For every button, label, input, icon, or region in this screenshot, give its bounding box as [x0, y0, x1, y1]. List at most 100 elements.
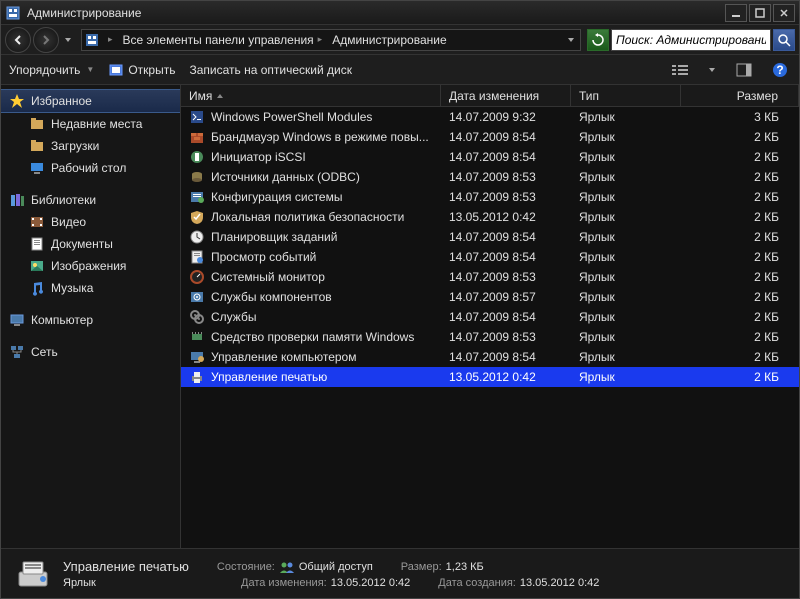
- file-icon: [189, 149, 205, 165]
- status-modified-value: 13.05.2012 0:42: [331, 577, 411, 589]
- file-name: Windows PowerShell Modules: [211, 110, 372, 124]
- file-size: 2 КБ: [681, 330, 799, 344]
- file-row[interactable]: Управление печатью13.05.2012 0:42Ярлык2 …: [181, 367, 799, 387]
- file-list: Имя Дата изменения Тип Размер Windows Po…: [181, 85, 799, 548]
- file-row[interactable]: Windows PowerShell Modules14.07.2009 9:3…: [181, 107, 799, 127]
- file-size: 2 КБ: [681, 370, 799, 384]
- open-button[interactable]: Открыть: [108, 62, 175, 78]
- file-name: Системный монитор: [211, 270, 325, 284]
- network-label: Сеть: [31, 345, 58, 359]
- forward-button[interactable]: [33, 27, 59, 53]
- svg-text:?: ?: [776, 63, 783, 77]
- favorites-header[interactable]: Избранное: [1, 89, 180, 113]
- help-button[interactable]: ?: [769, 59, 791, 81]
- file-type: Ярлык: [571, 290, 681, 304]
- search-input[interactable]: [611, 29, 771, 51]
- file-size: 2 КБ: [681, 150, 799, 164]
- computer-label: Компьютер: [31, 313, 93, 327]
- file-list-body[interactable]: Windows PowerShell Modules14.07.2009 9:3…: [181, 107, 799, 548]
- sidebar-item-documents[interactable]: Документы: [1, 233, 180, 255]
- sidebar-item-pictures[interactable]: Изображения: [1, 255, 180, 277]
- app-icon: [5, 5, 21, 21]
- details-pane: Управление печатью Состояние:Общий досту…: [1, 548, 799, 598]
- breadcrumb-admin-tools[interactable]: Администрирование: [328, 31, 450, 49]
- sidebar-item-downloads[interactable]: Загрузки: [1, 135, 180, 157]
- address-bar[interactable]: ▸ Все элементы панели управления▸ Админи…: [81, 29, 581, 51]
- network-header[interactable]: Сеть: [1, 341, 180, 363]
- file-size: 2 КБ: [681, 270, 799, 284]
- file-row[interactable]: Конфигурация системы14.07.2009 8:53Ярлык…: [181, 187, 799, 207]
- view-mode-button[interactable]: [669, 59, 691, 81]
- file-size: 2 КБ: [681, 130, 799, 144]
- file-row[interactable]: Просмотр событий14.07.2009 8:54Ярлык2 КБ: [181, 247, 799, 267]
- address-dropdown[interactable]: [564, 27, 578, 53]
- column-date[interactable]: Дата изменения: [441, 85, 571, 106]
- view-mode-dropdown[interactable]: [705, 57, 719, 83]
- file-icon: [189, 109, 205, 125]
- minimize-button[interactable]: [725, 4, 747, 22]
- status-state-value: Общий доступ: [299, 561, 373, 573]
- file-name: Службы компонентов: [211, 290, 332, 304]
- file-size: 2 КБ: [681, 230, 799, 244]
- file-row[interactable]: Управление компьютером14.07.2009 8:54Ярл…: [181, 347, 799, 367]
- file-type: Ярлык: [571, 170, 681, 184]
- file-icon: [189, 369, 205, 385]
- breadcrumb-root-dropdown[interactable]: ▸: [102, 32, 117, 47]
- preview-pane-button[interactable]: [733, 59, 755, 81]
- close-button[interactable]: [773, 4, 795, 22]
- back-button[interactable]: [5, 27, 31, 53]
- file-icon: [189, 349, 205, 365]
- status-size-label: Размер:: [401, 561, 442, 573]
- recent-icon: [29, 116, 45, 132]
- file-type: Ярлык: [571, 350, 681, 364]
- file-name: Брандмауэр Windows в режиме повы...: [211, 130, 429, 144]
- refresh-button[interactable]: [587, 29, 609, 51]
- libraries-header[interactable]: Библиотеки: [1, 189, 180, 211]
- file-row[interactable]: Планировщик заданий14.07.2009 8:54Ярлык2…: [181, 227, 799, 247]
- status-file-type: Ярлык: [63, 577, 213, 589]
- navigation-bar: ▸ Все элементы панели управления▸ Админи…: [1, 25, 799, 55]
- file-type: Ярлык: [571, 230, 681, 244]
- column-name[interactable]: Имя: [181, 85, 441, 106]
- file-row[interactable]: Брандмауэр Windows в режиме повы...14.07…: [181, 127, 799, 147]
- organize-menu[interactable]: Упорядочить▼: [9, 63, 94, 77]
- file-name: Планировщик заданий: [211, 230, 337, 244]
- file-type: Ярлык: [571, 210, 681, 224]
- file-date: 14.07.2009 8:54: [441, 350, 571, 364]
- file-icon: [189, 189, 205, 205]
- file-row[interactable]: Инициатор iSCSI14.07.2009 8:54Ярлык2 КБ: [181, 147, 799, 167]
- file-type: Ярлык: [571, 250, 681, 264]
- file-name: Инициатор iSCSI: [211, 150, 306, 164]
- file-date: 14.07.2009 8:57: [441, 290, 571, 304]
- column-size[interactable]: Размер: [681, 85, 799, 106]
- file-icon: [189, 169, 205, 185]
- sidebar-item-videos[interactable]: Видео: [1, 211, 180, 233]
- burn-button[interactable]: Записать на оптический диск: [189, 63, 352, 77]
- breadcrumb-control-panel[interactable]: Все элементы панели управления▸: [119, 31, 327, 49]
- file-size: 3 КБ: [681, 110, 799, 124]
- sidebar-item-label: Изображения: [51, 259, 126, 273]
- file-type: Ярлык: [571, 110, 681, 124]
- file-size: 2 КБ: [681, 310, 799, 324]
- file-row[interactable]: Службы компонентов14.07.2009 8:57Ярлык2 …: [181, 287, 799, 307]
- file-date: 14.07.2009 8:53: [441, 190, 571, 204]
- file-row[interactable]: Средство проверки памяти Windows14.07.20…: [181, 327, 799, 347]
- file-type: Ярлык: [571, 310, 681, 324]
- file-row[interactable]: Локальная политика безопасности13.05.201…: [181, 207, 799, 227]
- burn-label: Записать на оптический диск: [189, 63, 352, 77]
- computer-header[interactable]: Компьютер: [1, 309, 180, 331]
- file-date: 14.07.2009 8:53: [441, 270, 571, 284]
- favorites-label: Избранное: [31, 94, 92, 108]
- search-button[interactable]: [773, 29, 795, 51]
- file-row[interactable]: Службы14.07.2009 8:54Ярлык2 КБ: [181, 307, 799, 327]
- maximize-button[interactable]: [749, 4, 771, 22]
- sidebar-item-recent[interactable]: Недавние места: [1, 113, 180, 135]
- column-headers: Имя Дата изменения Тип Размер: [181, 85, 799, 107]
- sidebar-item-music[interactable]: Музыка: [1, 277, 180, 299]
- nav-history-dropdown[interactable]: [61, 27, 75, 53]
- sidebar-item-desktop[interactable]: Рабочий стол: [1, 157, 180, 179]
- file-row[interactable]: Источники данных (ODBC)14.07.2009 8:53Яр…: [181, 167, 799, 187]
- file-row[interactable]: Системный монитор14.07.2009 8:53Ярлык2 К…: [181, 267, 799, 287]
- open-label: Открыть: [128, 63, 175, 77]
- column-type[interactable]: Тип: [571, 85, 681, 106]
